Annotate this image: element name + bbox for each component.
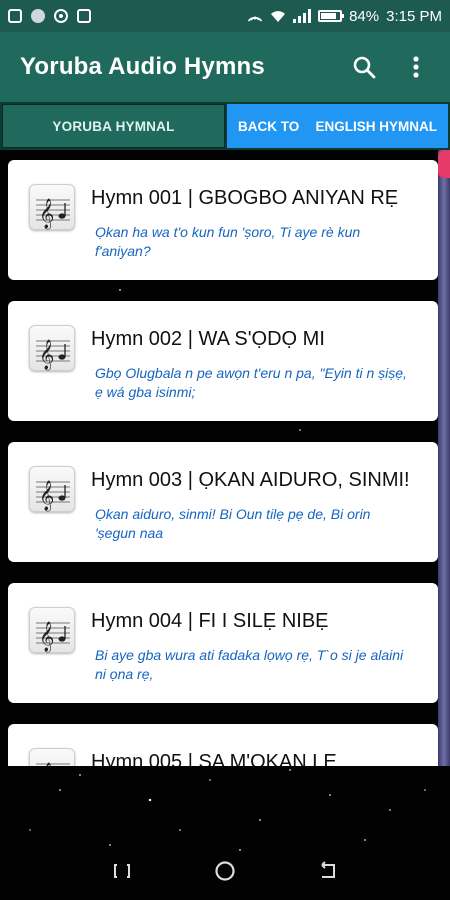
scroll-thumb[interactable] [438,150,450,178]
music-note-icon: 𝄞 [29,607,75,653]
home-icon [215,861,235,881]
hymn-first-line: Ọkan ha wa t'o kun fun 'ṣoro, Ti aye rè … [95,224,361,259]
music-note-icon: 𝄞 [29,184,75,230]
home-button[interactable] [212,858,238,884]
recents-icon [113,864,130,878]
hymn-list[interactable]: 𝄞 Hymn 001 | GBOGBO ANIYAN RẸ Ọkan ha wa… [0,150,450,766]
english-hymnal-label: ENGLISH HYMNAL [315,118,438,134]
signal-strength-icon [293,9,312,23]
svg-text:𝄞: 𝄞 [39,621,54,653]
music-note-icon: 𝄞 [29,325,75,371]
image-icon [77,9,91,23]
more-vert-icon [413,56,419,78]
wifi-icon [271,11,286,22]
clock: 3:15 PM [386,7,442,25]
app-bar: Yoruba Audio Hymns [0,32,450,102]
hymn-first-line: Bi aye gba wura ati fadaka lọwọ rẹ, T`o … [95,647,404,682]
recents-button[interactable] [109,858,135,884]
hymn-title: Hymn 002 | WA S'ỌDỌ MI [91,328,325,350]
overflow-menu-button[interactable] [402,53,430,81]
hymn-card[interactable]: 𝄞 Hymn 003 | ỌKAN AIDURO, SINMI! Ọkan ai… [8,442,438,562]
back-to-english-hymnal-button[interactable]: BACK TO ENGLISH HYMNAL [226,104,448,148]
hymn-title: Hymn 005 | SA M'ỌKAN LE [91,751,337,766]
hymn-card[interactable]: 𝄞 Hymn 005 | SA M'ỌKAN LE [8,724,438,766]
system-nav-bar [0,842,450,900]
hymn-title: Hymn 004 | FI I SILẸ NIBẸ [91,610,329,632]
scroll-track[interactable] [438,150,450,766]
notification-dot-icon [31,9,45,23]
tab-yoruba-hymnal[interactable]: YORUBA HYMNAL [2,104,225,148]
search-icon [353,56,376,79]
music-note-icon: 𝄞 [29,748,75,766]
app-title: Yoruba Audio Hymns [20,53,265,80]
hymn-card[interactable]: 𝄞 Hymn 002 | WA S'ỌDỌ MI Gbọ Olugbala n … [8,301,438,421]
hymn-first-line: Ọkan aiduro, sinmi! Bi Oun tilẹ pẹ de, B… [95,506,371,541]
hymnal-tabs: YORUBA HYMNAL BACK TO ENGLISH HYMNAL [0,102,450,150]
battery-percent: 84% [349,7,380,25]
svg-text:𝄞: 𝄞 [39,762,54,766]
tab-yoruba-label: YORUBA HYMNAL [52,118,175,134]
hotspot-icon [247,16,263,22]
svg-text:𝄞: 𝄞 [39,480,54,512]
hymn-title: Hymn 003 | ỌKAN AIDURO, SINMI! [91,469,410,491]
search-button[interactable] [350,53,378,81]
hymn-card[interactable]: 𝄞 Hymn 001 | GBOGBO ANIYAN RẸ Ọkan ha wa… [8,160,438,280]
status-bar: 84% 3:15 PM [0,0,450,32]
screen-cast-icon [8,9,22,23]
hymn-card[interactable]: 𝄞 Hymn 004 | FI I SILẸ NIBẸ Bi aye gba w… [8,583,438,703]
battery-icon [318,10,345,22]
back-to-label: BACK TO [237,118,300,134]
back-button[interactable] [315,858,341,884]
svg-text:𝄞: 𝄞 [39,339,54,371]
record-icon [54,9,68,23]
hymn-first-line: Gbọ Olugbala n pe awọn t'eru n pa, "Eyin… [95,365,407,400]
music-note-icon: 𝄞 [29,466,75,512]
hymn-title: Hymn 001 | GBOGBO ANIYAN RẸ [91,187,399,209]
back-icon [321,861,336,878]
svg-text:𝄞: 𝄞 [39,198,54,230]
